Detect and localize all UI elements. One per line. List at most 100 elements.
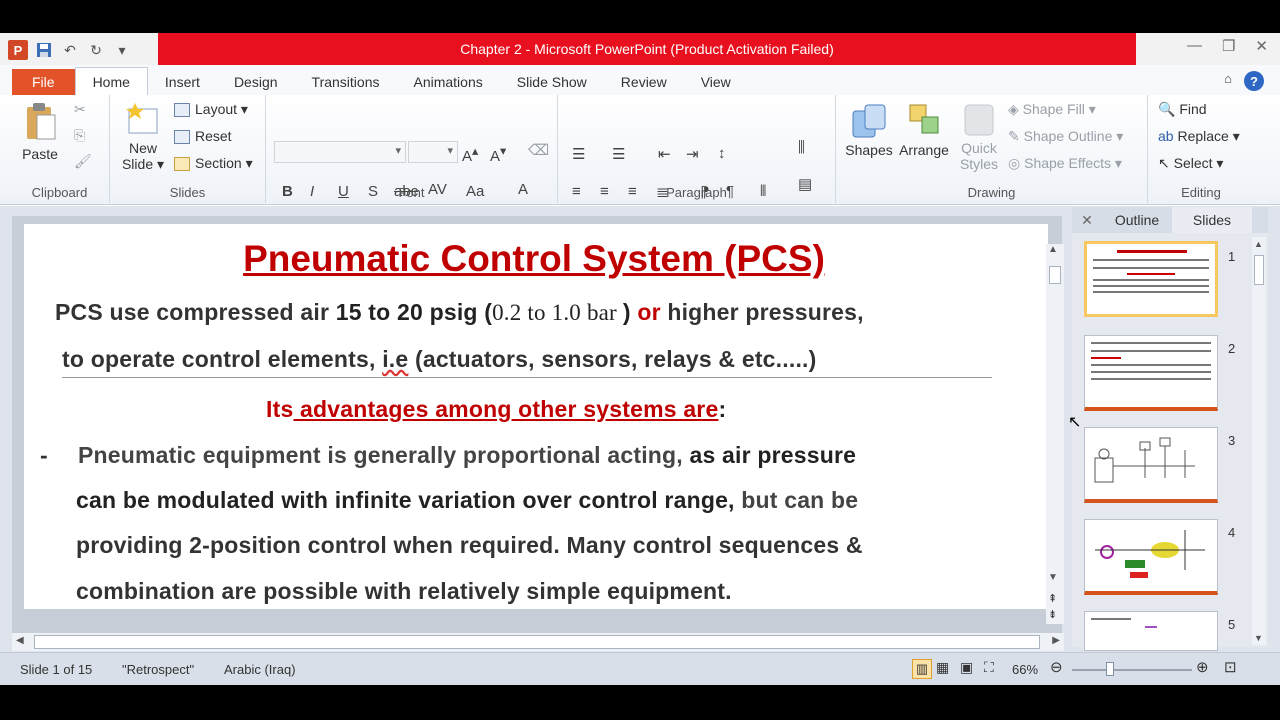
slide-thumbnail-4[interactable] bbox=[1084, 519, 1218, 595]
powerpoint-logo-icon[interactable]: P bbox=[8, 40, 28, 60]
cut-icon[interactable]: ✂ bbox=[74, 101, 86, 118]
slide-show-icon[interactable]: ⛶ bbox=[984, 659, 994, 676]
font-name-dropdown[interactable]: ▾ bbox=[274, 141, 406, 163]
slide-sorter-icon[interactable]: ▦ bbox=[936, 659, 949, 676]
replace-icon: ab bbox=[1158, 128, 1178, 144]
clear-formatting-icon[interactable]: ⌫ bbox=[528, 141, 549, 159]
customize-qat-icon[interactable]: ▾ bbox=[112, 40, 132, 60]
group-clipboard: Paste ✂ ⎘ 🖌 Clipboard bbox=[10, 95, 110, 203]
text-direction-icon[interactable]: ⫼ bbox=[798, 139, 805, 156]
copy-icon[interactable]: ⎘ bbox=[74, 127, 85, 144]
section-button[interactable]: Section ▾ bbox=[174, 155, 253, 172]
paste-icon bbox=[27, 103, 56, 140]
scroll-up-icon[interactable]: ▲ bbox=[1048, 244, 1058, 255]
theme-name[interactable]: "Retrospect" bbox=[122, 662, 194, 677]
notes-scroll-thumb[interactable] bbox=[34, 635, 1040, 649]
normal-view-icon[interactable]: ▥ bbox=[912, 659, 932, 679]
reading-view-icon[interactable]: ▣ bbox=[960, 659, 973, 676]
zoom-slider[interactable] bbox=[1072, 669, 1192, 671]
pane-scroll-thumb[interactable] bbox=[1254, 255, 1264, 285]
reset-button[interactable]: Reset bbox=[174, 128, 232, 145]
slide-thumbnail-1[interactable] bbox=[1084, 241, 1218, 317]
vertical-scroll-thumb[interactable] bbox=[1049, 266, 1061, 284]
notes-scroll-left-icon[interactable]: ◀ bbox=[16, 635, 24, 646]
font-size-dropdown[interactable]: ▾ bbox=[408, 141, 458, 163]
tab-review[interactable]: Review bbox=[604, 69, 684, 95]
decrease-indent-icon[interactable]: ⇤ bbox=[658, 145, 671, 163]
close-pane-icon[interactable]: ✕ bbox=[1072, 212, 1102, 229]
tab-view[interactable]: View bbox=[684, 69, 748, 95]
shape-effects-icon: ◎ bbox=[1008, 155, 1025, 171]
find-button[interactable]: 🔍 Find bbox=[1158, 101, 1207, 118]
group-paragraph: ☰ ☰ ⇤ ⇥ ↕ ⫼ ≡ ≡ ≡ ≣ ⁋ ¶ ⫴ ▤ Paragraph bbox=[558, 95, 836, 203]
arrange-button[interactable]: Arrange bbox=[896, 101, 952, 158]
shrink-font-icon[interactable]: A▾ bbox=[490, 143, 506, 165]
tab-outline[interactable]: Outline bbox=[1102, 212, 1172, 228]
clipboard-label: Clipboard bbox=[31, 185, 88, 200]
zoom-level[interactable]: 66% bbox=[1012, 662, 1038, 677]
bullet-line-2[interactable]: can be modulated with infinite variation… bbox=[76, 487, 858, 514]
tab-design[interactable]: Design bbox=[217, 69, 295, 95]
pane-scroll-up-icon[interactable]: ▲ bbox=[1254, 239, 1263, 249]
pane-scroll-down-icon[interactable]: ▼ bbox=[1254, 633, 1263, 643]
bullet-line-4[interactable]: combination are possible with relatively… bbox=[76, 578, 732, 605]
undo-icon[interactable]: ↶ bbox=[60, 40, 80, 60]
replace-button[interactable]: ab Replace ▾ bbox=[1158, 128, 1240, 145]
tab-insert[interactable]: Insert bbox=[148, 69, 217, 95]
quick-styles-button[interactable]: Quick Styles bbox=[954, 101, 1004, 172]
maximize-icon[interactable]: ❐ bbox=[1222, 37, 1235, 55]
shape-fill-button[interactable]: ◈ Shape Fill ▾ bbox=[1008, 101, 1096, 118]
bullets-icon[interactable]: ☰ bbox=[572, 145, 585, 163]
mouse-cursor-icon: ↖ bbox=[1068, 414, 1082, 431]
slide-thumbnail-2[interactable] bbox=[1084, 335, 1218, 411]
notes-horizontal-scrollbar[interactable]: ◀ ▶ bbox=[12, 633, 1064, 651]
slide-canvas[interactable]: Pneumatic Control System (PCS) PCS use c… bbox=[24, 224, 1048, 609]
next-slide-icon[interactable]: ⇟ bbox=[1048, 608, 1057, 621]
minimize-icon[interactable]: — bbox=[1187, 37, 1202, 55]
slide-thumbnail-5[interactable] bbox=[1084, 611, 1218, 651]
slide-title[interactable]: Pneumatic Control System (PCS) bbox=[24, 238, 1048, 280]
slide-heading[interactable]: Its advantages among other systems are: bbox=[266, 396, 726, 423]
line-spacing-icon[interactable]: ↕ bbox=[718, 145, 726, 162]
bullet-line-3[interactable]: providing 2-position control when requir… bbox=[76, 532, 863, 559]
scroll-down-icon[interactable]: ▼ bbox=[1048, 572, 1058, 583]
numbering-icon[interactable]: ☰ bbox=[612, 145, 625, 163]
pane-scrollbar[interactable]: ▲ ▼ bbox=[1252, 237, 1266, 645]
tab-transitions[interactable]: Transitions bbox=[295, 69, 397, 95]
help-icon[interactable]: ? bbox=[1244, 71, 1264, 91]
slide-vertical-scrollbar[interactable]: ▲ ▼ ⇞ ⇟ bbox=[1046, 244, 1064, 624]
shape-outline-button[interactable]: ✎ Shape Outline ▾ bbox=[1008, 128, 1123, 145]
fit-slide-icon[interactable]: ⊡ bbox=[1224, 658, 1237, 676]
format-painter-icon[interactable]: 🖌 bbox=[74, 153, 92, 170]
minimize-ribbon-icon[interactable]: ⌂ bbox=[1224, 71, 1232, 91]
previous-slide-icon[interactable]: ⇞ bbox=[1048, 592, 1057, 605]
tab-slides-pane[interactable]: Slides bbox=[1172, 207, 1252, 233]
shape-outline-icon: ✎ bbox=[1008, 128, 1024, 144]
notes-scroll-right-icon[interactable]: ▶ bbox=[1052, 635, 1060, 646]
ribbon-home: Paste ✂ ⎘ 🖌 Clipboard New Slide ▾ Layout… bbox=[0, 95, 1280, 205]
save-icon[interactable] bbox=[34, 40, 54, 60]
language-indicator[interactable]: Arabic (Iraq) bbox=[224, 662, 296, 677]
tab-animations[interactable]: Animations bbox=[396, 69, 499, 95]
shape-effects-button[interactable]: ◎ Shape Effects ▾ bbox=[1008, 155, 1122, 172]
zoom-slider-thumb[interactable] bbox=[1106, 662, 1114, 676]
zoom-in-icon[interactable]: ⊕ bbox=[1196, 658, 1209, 676]
slide-thumbnail-3[interactable] bbox=[1084, 427, 1218, 503]
slide-line-1[interactable]: PCS use compressed air 15 to 20 psig (0.… bbox=[55, 299, 864, 326]
close-icon[interactable]: ✕ bbox=[1255, 37, 1268, 55]
tab-home[interactable]: Home bbox=[74, 67, 148, 95]
select-button[interactable]: ↖ Select ▾ bbox=[1158, 155, 1223, 172]
slide-line-2[interactable]: to operate control elements, i.e (actuat… bbox=[62, 346, 992, 378]
redo-icon[interactable]: ↻ bbox=[86, 40, 106, 60]
tab-slide-show[interactable]: Slide Show bbox=[500, 69, 604, 95]
bullet-line-1[interactable]: Pneumatic equipment is generally proport… bbox=[78, 442, 856, 469]
shapes-button[interactable]: Shapes bbox=[844, 101, 894, 158]
tab-file[interactable]: File bbox=[12, 69, 75, 95]
paste-button[interactable]: Paste bbox=[18, 101, 62, 162]
grow-font-icon[interactable]: A▴ bbox=[462, 143, 478, 165]
increase-indent-icon[interactable]: ⇥ bbox=[686, 145, 699, 163]
new-slide-icon bbox=[126, 103, 158, 134]
new-slide-button[interactable]: New Slide ▾ bbox=[120, 101, 166, 173]
layout-button[interactable]: Layout ▾ bbox=[174, 101, 248, 118]
zoom-out-icon[interactable]: ⊖ bbox=[1050, 658, 1063, 676]
